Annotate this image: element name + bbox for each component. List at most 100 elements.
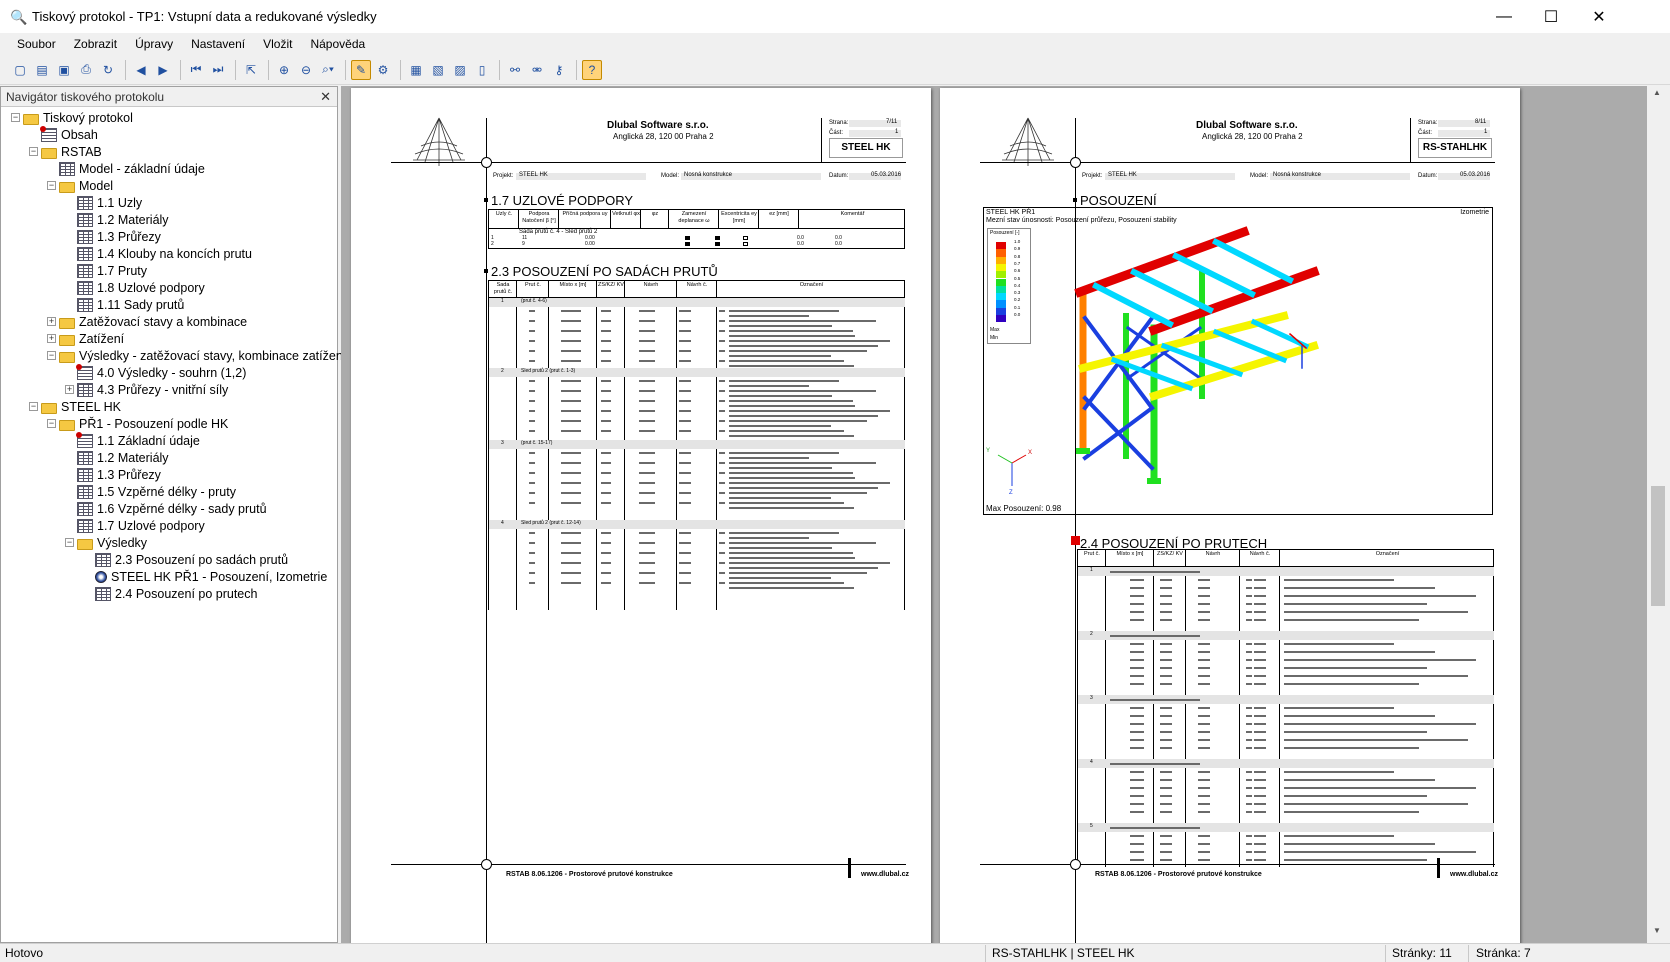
unlink-icon[interactable]: ⚮ <box>527 60 547 80</box>
menu-zobrazit[interactable]: Zobrazit <box>65 33 126 55</box>
previous-icon[interactable]: ◀ <box>131 60 151 80</box>
tree-item[interactable]: 1.1 Uzly <box>77 194 142 212</box>
tree-item[interactable]: 1.1 Základní údaje <box>76 432 200 450</box>
axis-z-label: Z <box>1009 490 1013 496</box>
insert-page-icon[interactable]: ▯ <box>472 60 492 80</box>
select-icon[interactable]: ✎ <box>351 59 371 80</box>
table-icon <box>76 432 93 448</box>
tree-item[interactable]: Zatěžovací stavy a kombinace <box>59 313 247 331</box>
key-icon[interactable]: ⚷ <box>549 60 569 80</box>
expand-icon[interactable]: + <box>47 334 56 343</box>
status-text: Hotovo <box>5 946 44 960</box>
section-title: 1.7 UZLOVÉ PODPORY <box>491 193 634 208</box>
tree-item[interactable]: RSTAB <box>41 143 102 161</box>
insert-image-icon[interactable]: ▨ <box>450 60 470 80</box>
company-name: Dlubal Software s.r.o. <box>1196 120 1298 131</box>
report-page-8: Dlubal Software s.r.o. Anglická 28, 120 … <box>940 88 1520 943</box>
insert-table-icon[interactable]: ▧ <box>428 60 448 80</box>
minimize-button[interactable]: — <box>1481 0 1527 33</box>
scroll-up-icon[interactable]: ▲ <box>1653 88 1661 97</box>
tree-item-label: STEEL HK PŘ1 - Posouzení, Izometrie <box>111 570 328 584</box>
menu-nastaveni[interactable]: Nastavení <box>182 33 254 55</box>
project-label: Projekt: <box>1082 173 1103 179</box>
menu-upravy[interactable]: Úpravy <box>126 33 182 55</box>
tree-item[interactable]: STEEL HK PŘ1 - Posouzení, Izometrie <box>95 568 327 586</box>
column-header: Označení <box>1375 551 1400 557</box>
model-value: Nosná konstrukce <box>684 172 733 178</box>
collapse-icon[interactable]: − <box>47 419 56 428</box>
save-icon[interactable]: ▣ <box>54 60 74 80</box>
menu-napoveda[interactable]: Nápověda <box>301 33 374 55</box>
open-icon[interactable]: ▤ <box>32 60 52 80</box>
close-icon[interactable]: ✕ <box>320 89 331 105</box>
link-icon[interactable]: ⚯ <box>505 60 525 80</box>
properties-icon[interactable]: ⚙ <box>373 60 393 80</box>
refresh-icon[interactable]: ↻ <box>98 60 118 80</box>
tree-item[interactable]: Obsah <box>40 126 98 144</box>
collapse-icon[interactable]: − <box>65 538 74 547</box>
new-icon[interactable]: ▢ <box>10 60 30 80</box>
scroll-down-icon[interactable]: ▼ <box>1653 926 1661 935</box>
tree-item[interactable]: 4.3 Průřezy - vnitřní síly <box>77 381 228 399</box>
expand-icon[interactable]: + <box>65 385 74 394</box>
tree-item[interactable]: Model <box>59 177 113 195</box>
tree-item[interactable]: 1.5 Vzpěrné délky - pruty <box>77 483 236 501</box>
folder-icon <box>59 181 75 193</box>
tree-item-label: 1.7 Uzlové podpory <box>97 519 205 533</box>
tree-item[interactable]: 1.6 Vzpěrné délky - sady prutů <box>77 500 267 518</box>
zoom-out-icon[interactable]: ⊖ <box>296 60 316 80</box>
tree-item[interactable]: Tiskový protokol <box>23 109 133 127</box>
tree-item[interactable]: 4.0 Výsledky - souhrn (1,2) <box>76 364 246 382</box>
tree-item[interactable]: Výsledky <box>77 534 147 552</box>
expand-icon[interactable]: + <box>47 317 56 326</box>
close-button[interactable]: ✕ <box>1576 0 1622 33</box>
module-box: RS-STAHLHK <box>1418 138 1492 158</box>
tree-item[interactable]: 1.7 Uzlové podpory <box>77 517 205 535</box>
tree-item[interactable]: Zatížení <box>59 330 124 348</box>
zoom-in-icon[interactable]: ⊕ <box>274 60 294 80</box>
tree-item[interactable]: 1.3 Průřezy <box>77 466 161 484</box>
status-bar: Hotovo RS-STAHLHK | STEEL HK Stránky: 11… <box>0 943 1670 962</box>
tree-item[interactable]: 1.2 Materiály <box>77 211 169 229</box>
print-icon[interactable]: ⎙ <box>76 60 96 80</box>
print-report-icon: 🔍 <box>10 8 28 25</box>
menu-vlozit[interactable]: Vložit <box>254 33 301 55</box>
scrollbar-thumb[interactable] <box>1651 486 1665 606</box>
zoom-dropdown-icon[interactable]: ⌕▾ <box>318 60 338 80</box>
collapse-icon[interactable]: − <box>11 113 20 122</box>
tree-item-label: 1.1 Uzly <box>97 196 143 210</box>
tree-item[interactable]: 1.8 Uzlové podpory <box>77 279 205 297</box>
table-icon <box>77 298 93 312</box>
collapse-icon[interactable]: − <box>47 181 56 190</box>
first-page-icon[interactable]: ⏮ <box>186 60 206 80</box>
tree-item[interactable]: 1.2 Materiály <box>77 449 169 467</box>
menu-soubor[interactable]: Soubor <box>8 33 65 55</box>
tree-item[interactable]: STEEL HK <box>41 398 121 416</box>
tree-item[interactable]: 2.4 Posouzení po prutech <box>95 585 257 603</box>
graphic-icon <box>95 571 107 583</box>
insert-text-icon[interactable]: ▦ <box>406 60 426 80</box>
vertical-scrollbar[interactable]: ▲ ▼ <box>1648 86 1668 943</box>
member-number: 1 <box>1090 567 1093 573</box>
table-icon <box>77 264 93 278</box>
tree-item[interactable]: Výsledky - zatěžovací stavy, kombinace z… <box>59 347 346 365</box>
maximize-button[interactable]: ☐ <box>1528 0 1574 33</box>
tree-item[interactable]: Model - základní údaje <box>59 160 205 178</box>
tree-item[interactable]: 1.11 Sady prutů <box>77 296 184 314</box>
collapse-icon[interactable]: − <box>29 402 38 411</box>
table-icon <box>95 587 111 601</box>
export-icon[interactable]: ⇱ <box>241 60 261 80</box>
next-icon[interactable]: ▶ <box>153 60 173 80</box>
tree-item[interactable]: PŘ1 - Posouzení podle HK <box>59 415 228 433</box>
company-name: Dlubal Software s.r.o. <box>607 120 709 131</box>
tree-item[interactable]: 1.3 Průřezy <box>77 228 161 246</box>
help-icon[interactable]: ? <box>582 59 602 80</box>
tree-item-label: Model <box>79 179 114 193</box>
tree-item[interactable]: 1.7 Pruty <box>77 262 147 280</box>
tree-item[interactable]: 1.4 Klouby na koncích prutu <box>77 245 252 263</box>
column-header: Návrh č. <box>686 282 708 288</box>
tree-item[interactable]: 2.3 Posouzení po sadách prutů <box>95 551 288 569</box>
collapse-icon[interactable]: − <box>29 147 38 156</box>
last-page-icon[interactable]: ⏭ <box>208 60 228 80</box>
collapse-icon[interactable]: − <box>47 351 56 360</box>
